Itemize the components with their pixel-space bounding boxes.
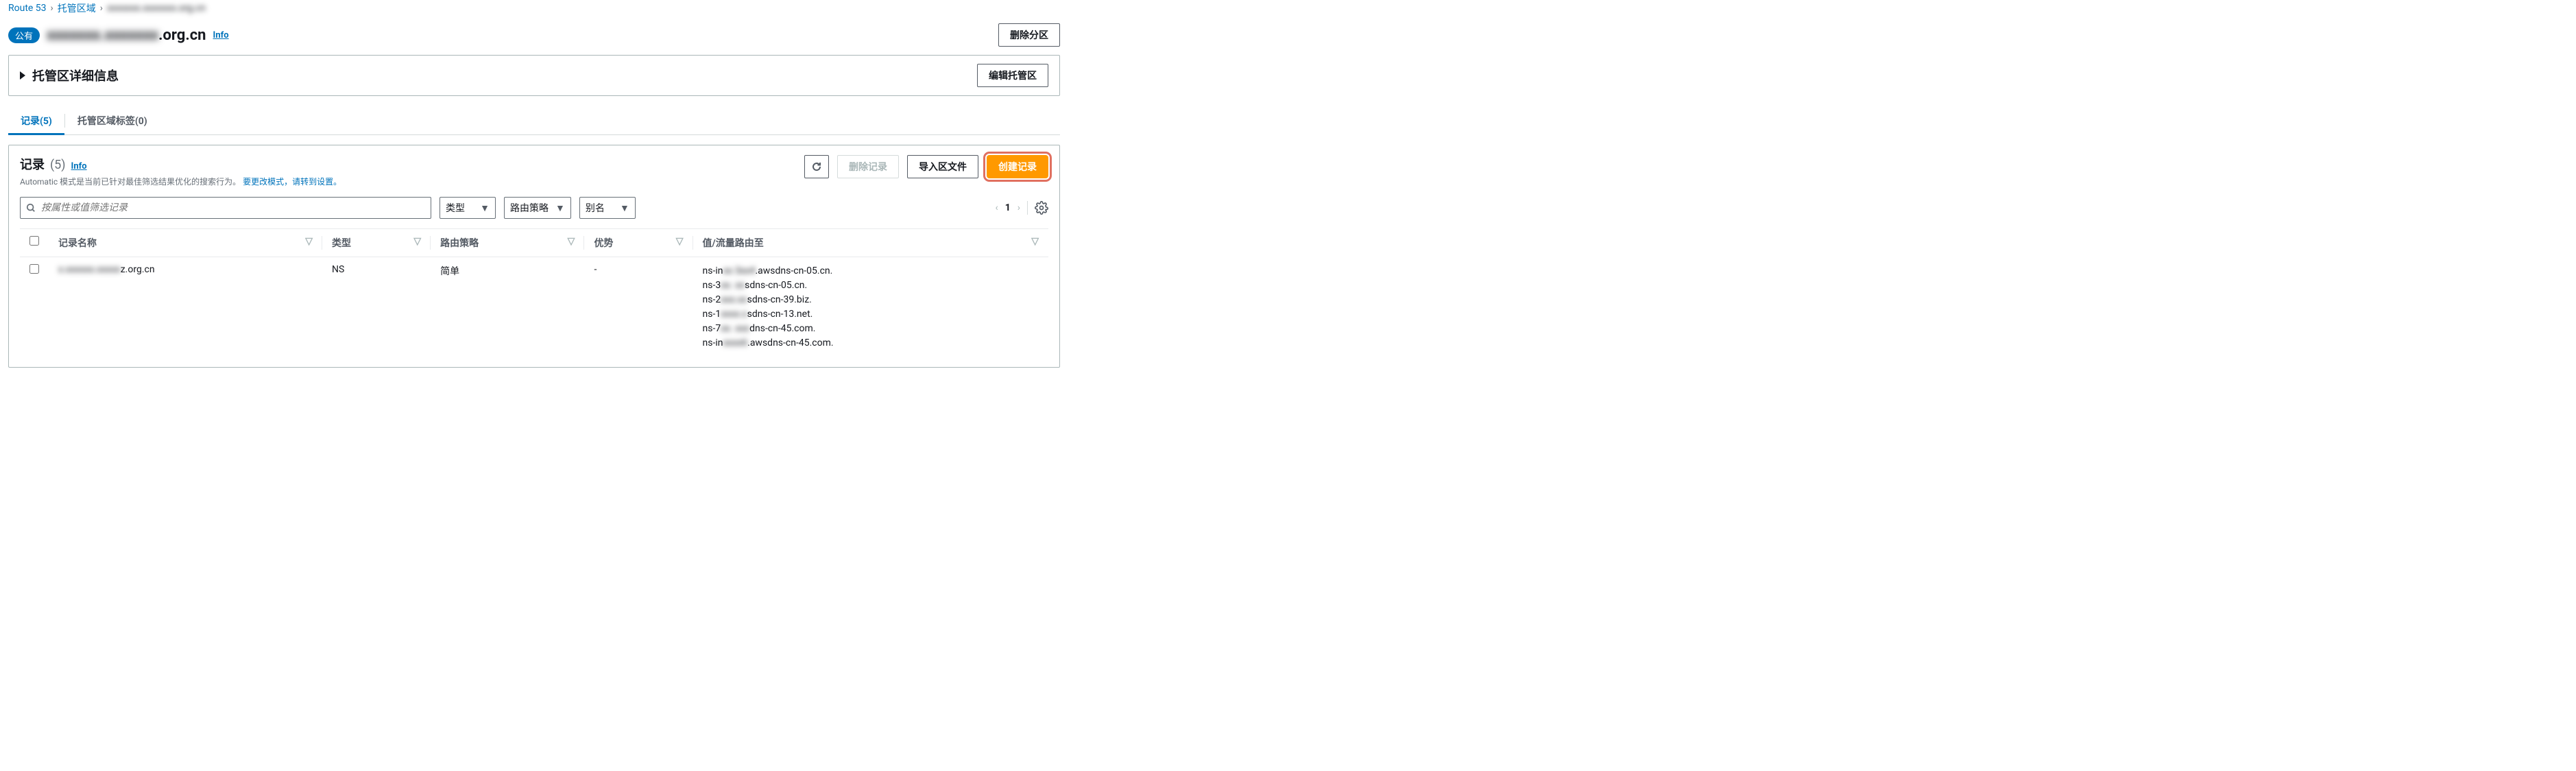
alias-select[interactable]: 别名▼: [579, 197, 636, 219]
prev-page-button[interactable]: ‹: [996, 202, 998, 213]
caret-down-icon: ▼: [555, 202, 565, 214]
breadcrumb: Route 53 › 托管区域 › xxxxxxx.xxxxxxx.org.cn: [0, 0, 1068, 18]
delete-record-button: 删除记录: [837, 155, 899, 178]
tab-tags[interactable]: 托管区域标签(0): [65, 107, 160, 134]
change-mode-link[interactable]: 要更改模式，请转到设置。: [243, 177, 341, 187]
pager: ‹ 1 ›: [996, 201, 1048, 215]
records-subtitle: Automatic 模式是当前已针对最佳筛选结果优化的搜索行为。 要更改模式，请…: [20, 176, 341, 187]
page-header: 公有 xxxxxxx.xxxxxxx.org.cn Info 删除分区: [0, 18, 1068, 55]
caret-down-icon: ▼: [620, 202, 629, 214]
table-row[interactable]: x.xxxxxx.xxxxxz.org.cnNS简单-ns-inxx 3xx4.…: [20, 257, 1048, 358]
cell-routing: 简单: [431, 257, 584, 358]
sort-icon: ▽: [676, 236, 684, 247]
breadcrumb-hosted-zones[interactable]: 托管区域: [58, 1, 96, 15]
search-input[interactable]: [41, 202, 425, 213]
sort-icon: ▽: [568, 236, 575, 247]
cell-record-name: x.xxxxxx.xxxxxz.org.cn: [49, 257, 322, 358]
chevron-right-icon: ›: [100, 3, 103, 14]
delete-partition-button[interactable]: 删除分区: [998, 23, 1060, 47]
col-type[interactable]: 类型▽: [322, 229, 431, 257]
edit-hosted-zone-button[interactable]: 编辑托管区: [977, 64, 1048, 87]
tab-records[interactable]: 记录(5): [8, 107, 64, 134]
breadcrumb-current: xxxxxxx.xxxxxxx.org.cn: [107, 3, 206, 14]
settings-button[interactable]: [1035, 201, 1048, 215]
type-select[interactable]: 类型▼: [440, 197, 496, 219]
col-value[interactable]: 值/流量路由至▽: [693, 229, 1049, 257]
select-all-checkbox[interactable]: [29, 236, 39, 246]
chevron-right-icon: ›: [51, 3, 53, 14]
caret-down-icon: ▼: [480, 202, 490, 214]
create-record-button[interactable]: 创建记录: [987, 155, 1048, 178]
details-title: 托管区详细信息: [32, 67, 119, 84]
caret-right-icon[interactable]: [20, 71, 25, 80]
col-weight[interactable]: 优势▽: [584, 229, 693, 257]
info-link[interactable]: Info: [213, 30, 229, 40]
import-zone-file-button[interactable]: 导入区文件: [907, 155, 978, 178]
search-box[interactable]: [20, 197, 431, 219]
next-page-button[interactable]: ›: [1018, 202, 1020, 213]
cell-weight: -: [584, 257, 693, 358]
search-icon: [26, 203, 36, 213]
gear-icon: [1035, 201, 1048, 215]
sort-icon: ▽: [413, 236, 421, 247]
row-checkbox[interactable]: [29, 264, 39, 274]
records-info-link[interactable]: Info: [71, 161, 87, 171]
refresh-button[interactable]: [804, 155, 829, 178]
records-title: 记录: [20, 155, 45, 173]
col-name[interactable]: 记录名称▽: [49, 229, 322, 257]
public-badge: 公有: [8, 27, 40, 43]
refresh-icon: [811, 161, 822, 172]
page-number: 1: [1005, 202, 1011, 213]
routing-select[interactable]: 路由策略▼: [504, 197, 571, 219]
sort-icon: ▽: [1031, 236, 1039, 247]
cell-value: ns-inxx 3xx4.awsdns-cn-05.cn.ns-3xx. xxs…: [693, 257, 1049, 358]
records-table: 记录名称▽ 类型▽ 路由策略▽ 优势▽ 值/流量路由至▽ x.xxxxxx.xx…: [20, 228, 1048, 357]
records-card: 记录 (5) Info Automatic 模式是当前已针对最佳筛选结果优化的搜…: [8, 145, 1060, 368]
tabs: 记录(5) 托管区域标签(0): [0, 107, 1068, 134]
col-routing[interactable]: 路由策略▽: [431, 229, 584, 257]
breadcrumb-root[interactable]: Route 53: [8, 3, 47, 14]
sort-icon: ▽: [305, 236, 313, 247]
zone-name: xxxxxxx.xxxxxxx.org.cn: [47, 27, 206, 44]
records-count: (5): [50, 158, 66, 172]
hosted-zone-details-card: 托管区详细信息 编辑托管区: [8, 55, 1060, 96]
filters-row: 类型▼ 路由策略▼ 别名▼ ‹ 1 ›: [20, 197, 1048, 219]
cell-type: NS: [322, 257, 431, 358]
